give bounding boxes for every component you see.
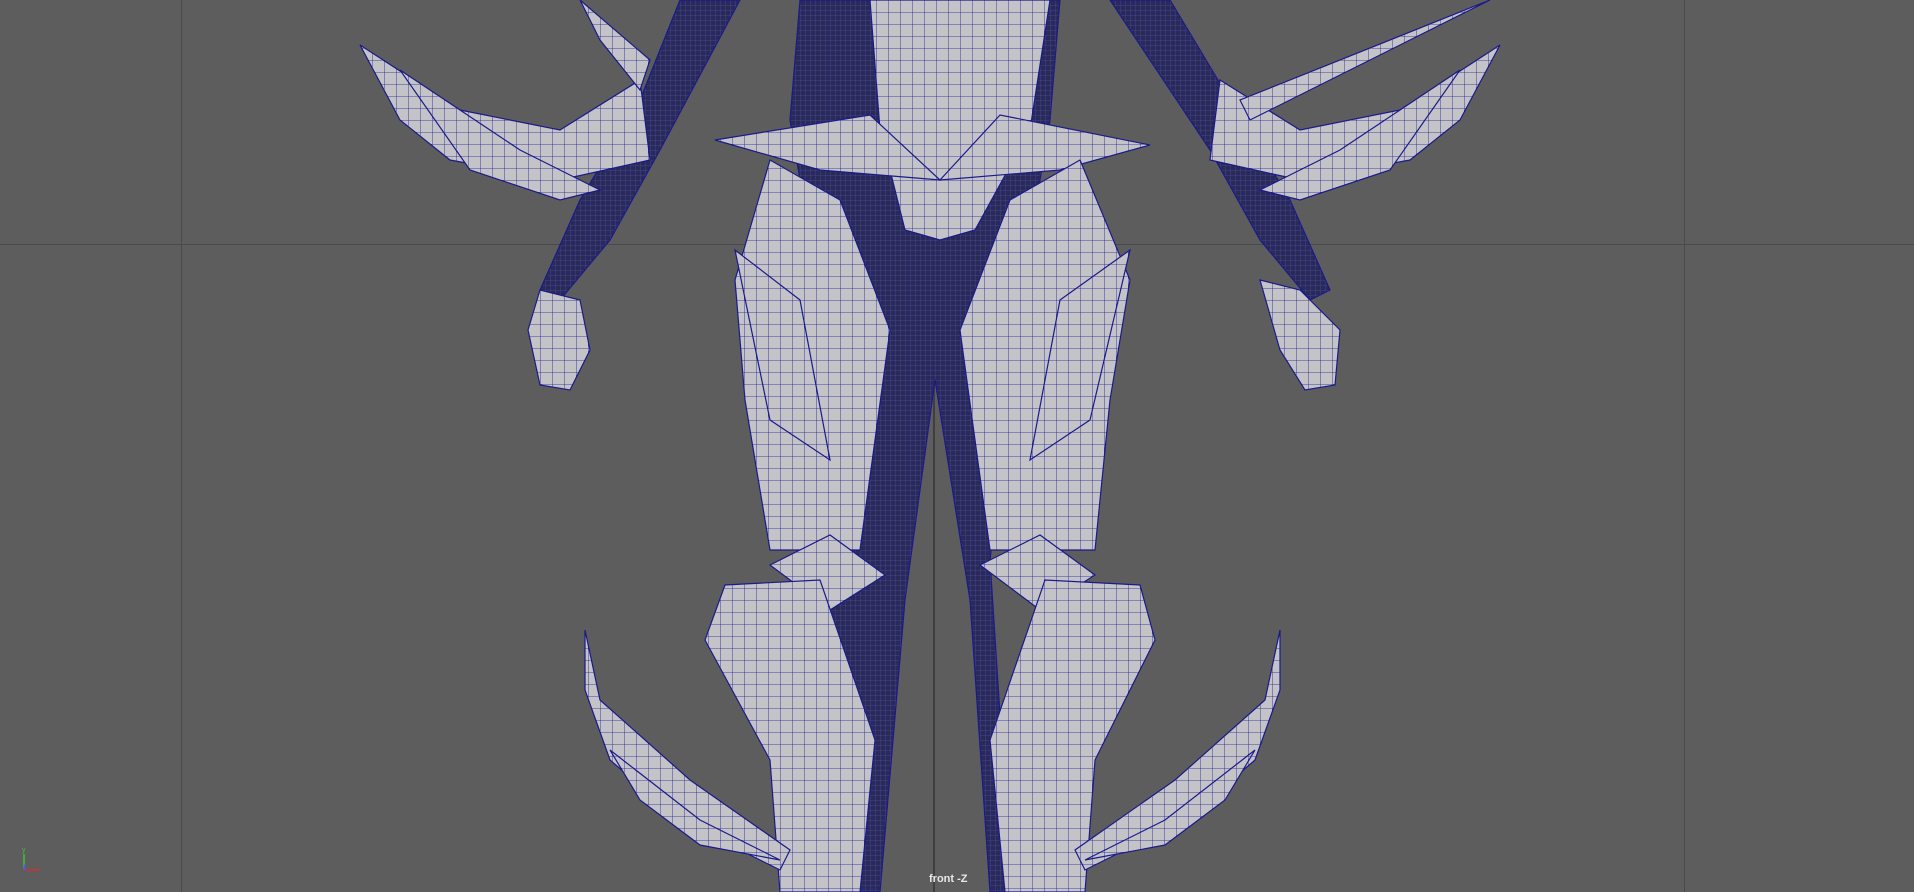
- character-mesh[interactable]: [0, 0, 1914, 892]
- camera-label: front -Z: [929, 873, 968, 885]
- axis-y-label: y: [22, 847, 26, 854]
- axis-gizmo-icon: y: [22, 847, 40, 871]
- front-viewport[interactable]: front -Z y: [0, 0, 1914, 892]
